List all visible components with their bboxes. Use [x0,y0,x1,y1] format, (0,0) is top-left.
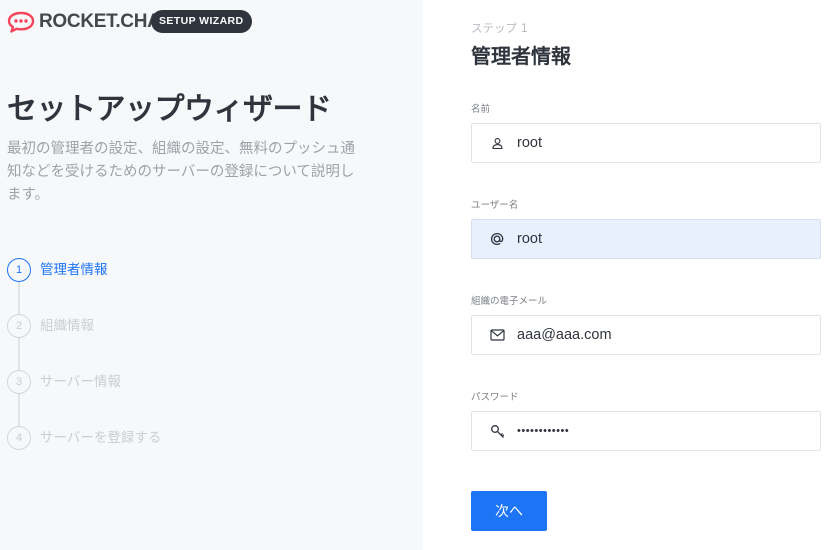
step-connector [18,282,20,427]
section-title: 管理者情報 [471,44,571,68]
username-field[interactable] [471,219,821,259]
step-caption: ステップ 1 [471,21,528,35]
password-label: パスワード [471,392,519,403]
user-icon [487,133,507,153]
mail-icon [487,325,507,345]
email-label: 組織の電子メール [471,296,548,307]
step-organization-info[interactable]: 2 組織情報 [7,314,161,370]
rocket-chat-logo: ROCKET.CHAT [7,10,171,34]
username-label: ユーザー名 [471,200,519,211]
name-field[interactable] [471,123,821,163]
step-number: 4 [7,426,31,450]
rocket-logo-icon [7,11,35,33]
password-input[interactable]: •••••••••••• [517,425,807,437]
wizard-steps: 1 管理者情報 2 組織情報 3 サーバー情報 4 サーバーを登録する [7,258,161,482]
step-server-info[interactable]: 3 サーバー情報 [7,370,161,426]
step-register-server[interactable]: 4 サーバーを登録する [7,426,161,482]
step-admin-info[interactable]: 1 管理者情報 [7,258,161,314]
step-label: 組織情報 [40,318,94,334]
email-field[interactable] [471,315,821,355]
setup-wizard-badge: SETUP WIZARD [151,10,252,33]
key-icon [487,421,507,441]
next-button[interactable]: 次へ [471,491,547,531]
step-label: サーバー情報 [40,374,121,390]
name-label: 名前 [471,104,491,115]
password-field[interactable]: •••••••••••• [471,411,821,451]
step-number: 3 [7,370,31,394]
left-panel: ROCKET.CHAT SETUP WIZARD セットアップウィザード 最初の… [0,0,423,550]
step-number: 2 [7,314,31,338]
wizard-description: 最初の管理者の設定、組織の設定、無料のプッシュ通知などを受けるためのサーバーの登… [7,141,355,203]
page-title: セットアップウィザード [7,92,332,127]
at-icon [487,229,507,249]
step-number: 1 [7,258,31,282]
step-label: サーバーを登録する [40,430,162,446]
step-label: 管理者情報 [40,262,108,278]
name-input[interactable] [517,135,807,151]
email-input[interactable] [517,327,807,343]
right-panel: ステップ 1 管理者情報 名前 ユーザー名 組織の電子メール [423,0,839,550]
username-input[interactable] [517,231,807,247]
